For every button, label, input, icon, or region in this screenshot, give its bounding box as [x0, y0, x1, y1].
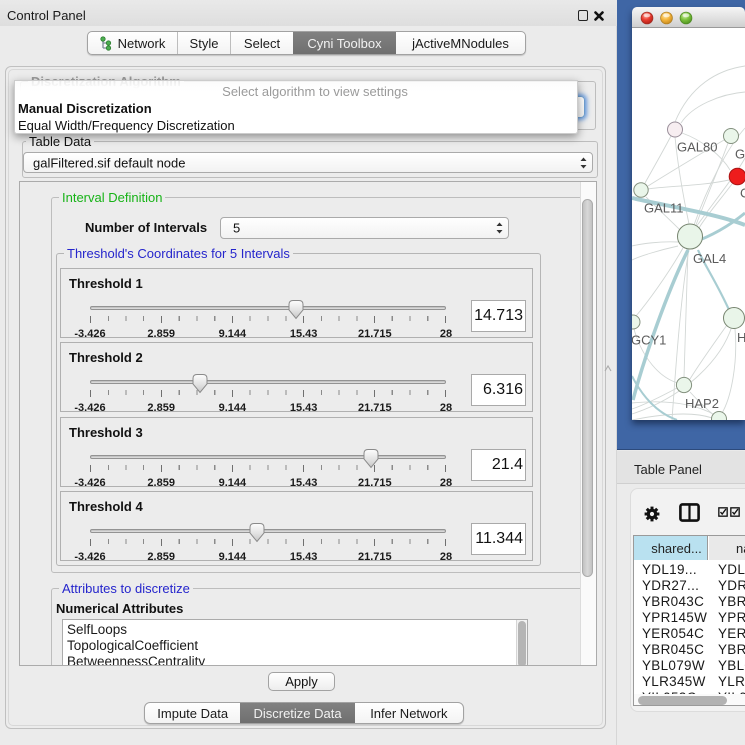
- svg-text:CDC: CDC: [740, 186, 745, 201]
- svg-text:GAL80: GAL80: [677, 140, 717, 155]
- svg-text:GCY1: GCY1: [632, 333, 666, 348]
- svg-text:GAL4: GAL4: [693, 251, 726, 266]
- svg-text:GAL1: GAL1: [735, 147, 745, 162]
- svg-text:HAP2: HAP2: [685, 396, 719, 411]
- svg-text:GAL11: GAL11: [644, 201, 684, 216]
- svg-text:HAP4: HAP4: [737, 330, 745, 345]
